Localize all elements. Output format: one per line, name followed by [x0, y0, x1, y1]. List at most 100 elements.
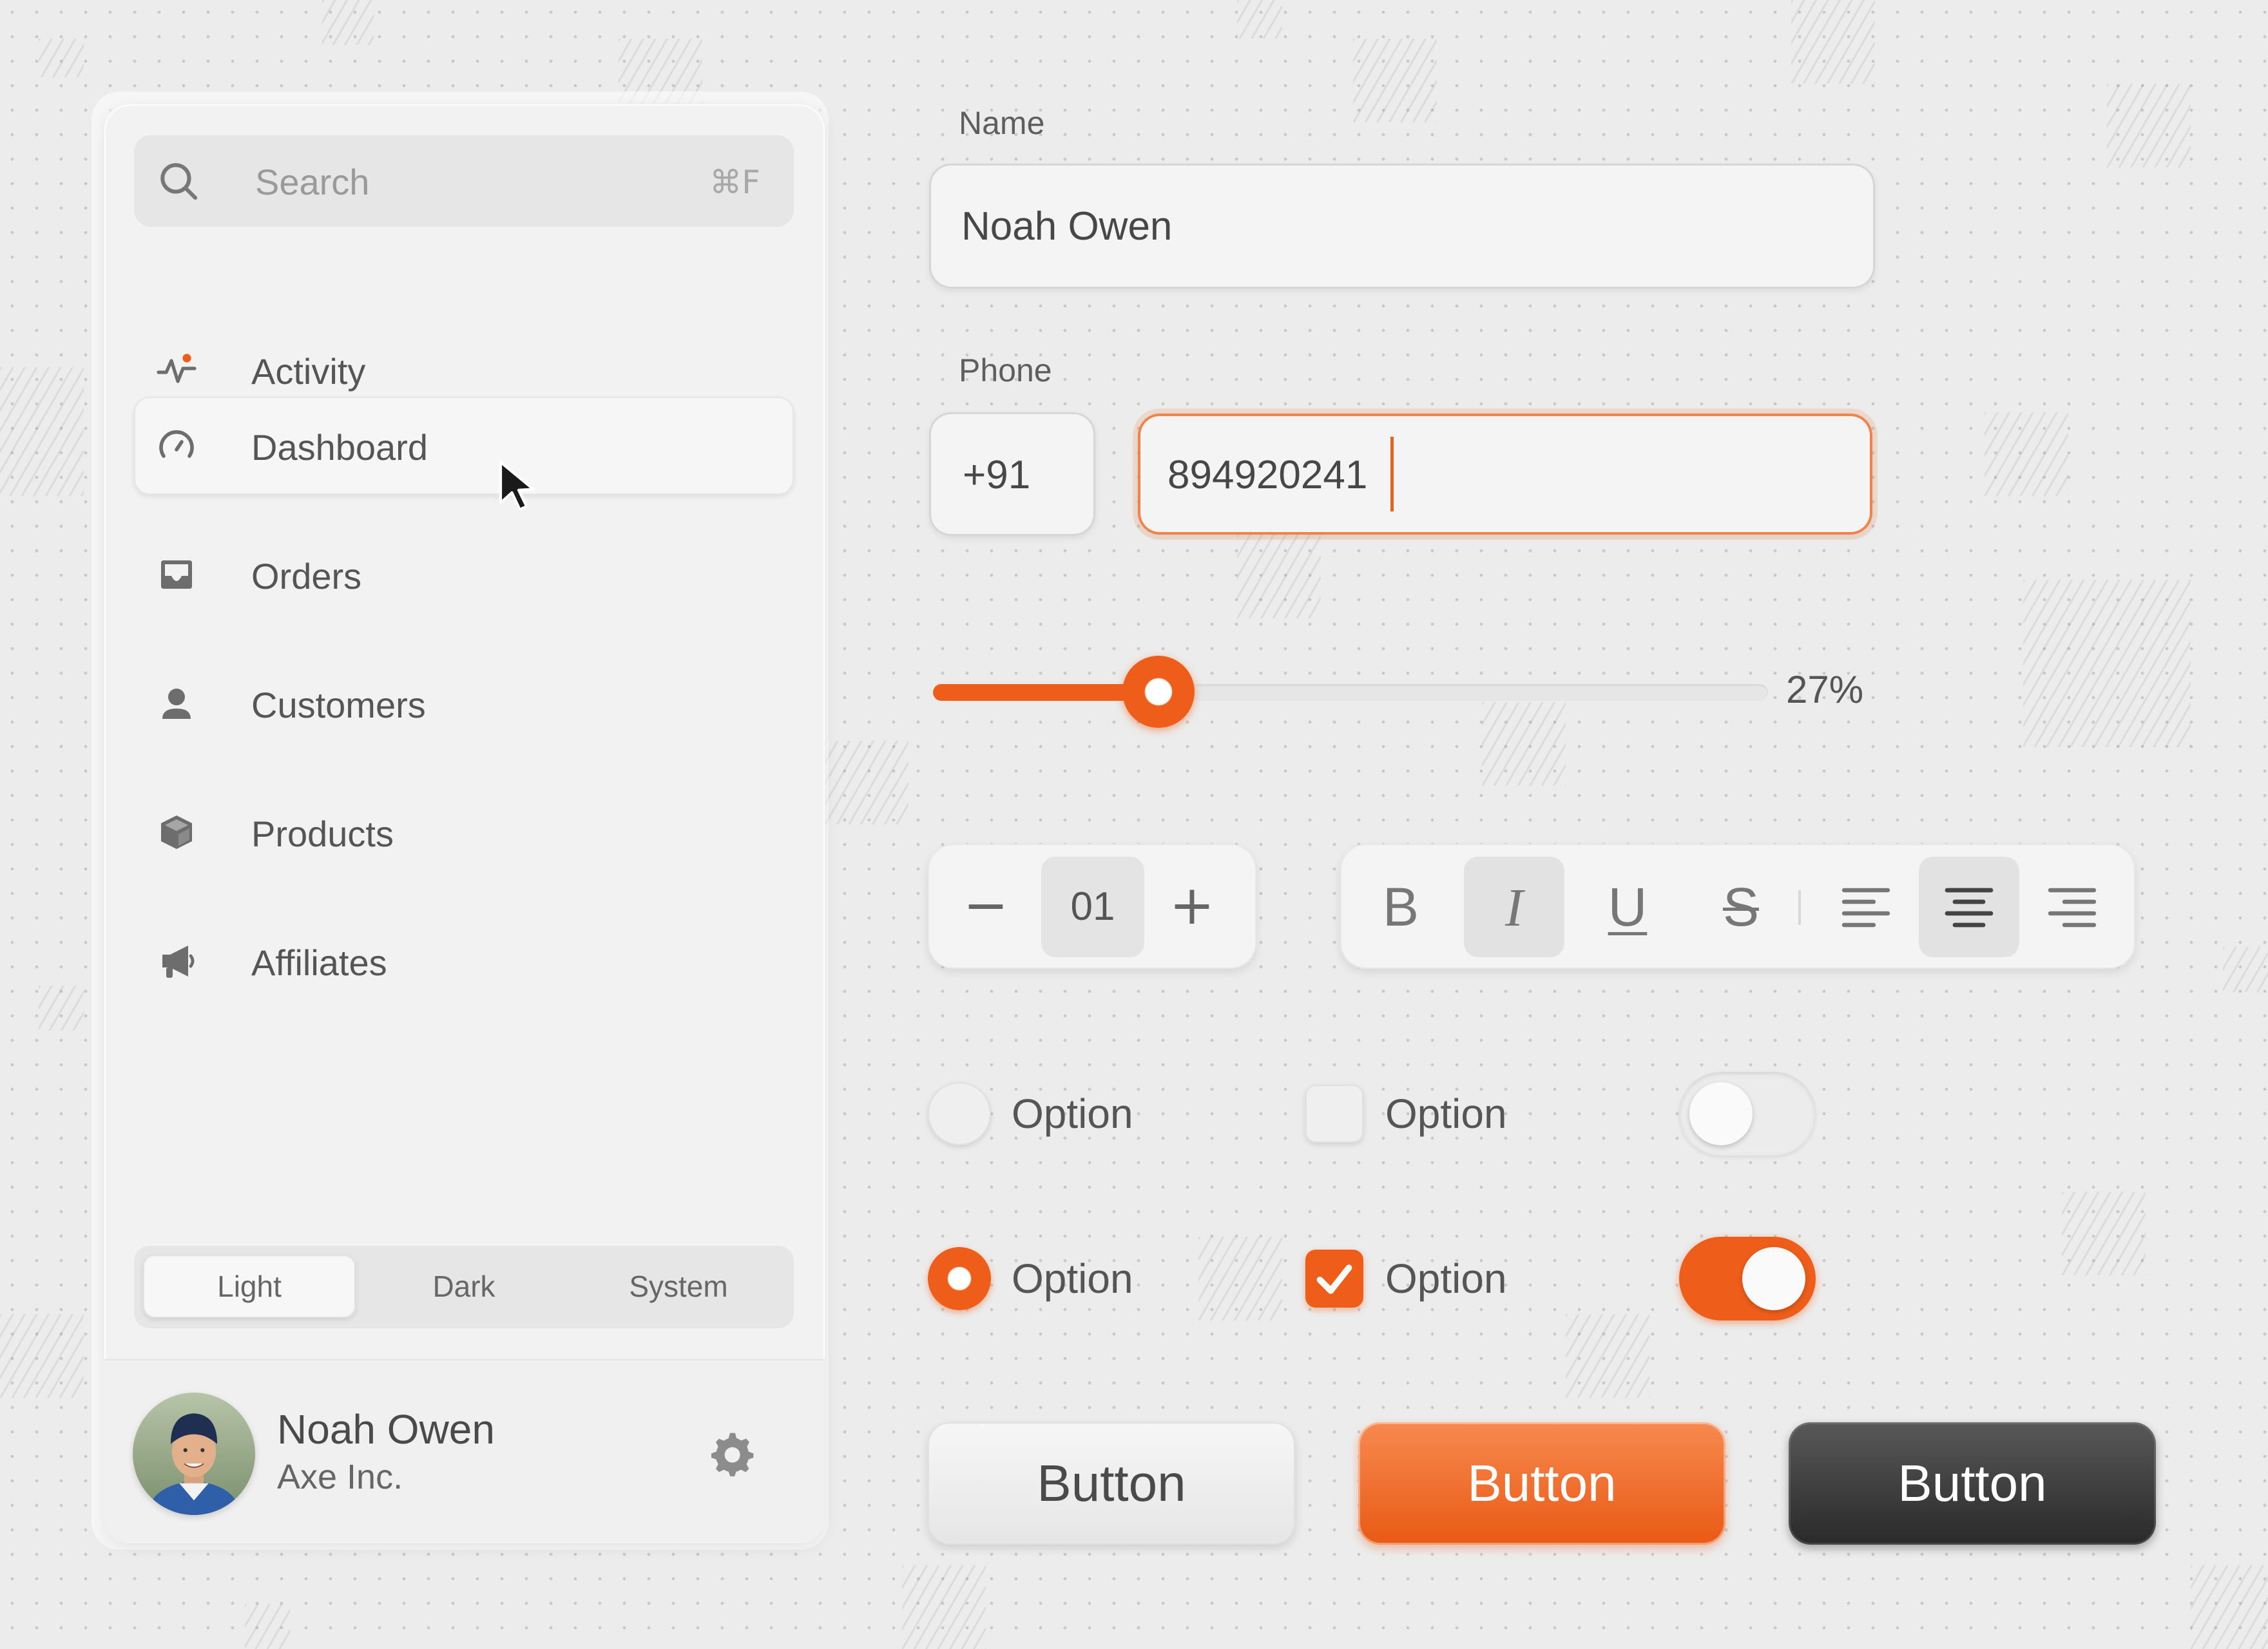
radio-checked-label: Option — [1012, 1255, 1133, 1302]
strikethrough-label: S — [1722, 877, 1760, 937]
background-hatch — [1353, 39, 1437, 122]
align-right-icon — [2046, 881, 2098, 942]
user-profile: Noah Owen Axe Inc. — [104, 1359, 825, 1543]
background-hatch — [245, 1604, 290, 1649]
background-hatch — [1198, 1237, 1282, 1320]
strikethrough-button[interactable]: S — [1691, 857, 1791, 957]
background-hatch — [2062, 1192, 2146, 1275]
sidebar-item-label: Customers — [251, 685, 426, 725]
sidebar-item-customers[interactable]: Customers — [134, 654, 794, 752]
mouse-cursor-icon — [496, 460, 541, 517]
align-right-button[interactable] — [2022, 857, 2122, 957]
background-hatch — [902, 1565, 986, 1649]
sidebar-item-products[interactable]: Products — [134, 783, 794, 881]
decrement-button[interactable]: − — [947, 867, 1024, 944]
name-value: Noah Owen — [961, 204, 1173, 249]
background-hatch — [825, 741, 908, 824]
text-caret — [1390, 437, 1394, 511]
checkbox-unchecked-label: Option — [1385, 1091, 1507, 1137]
gauge-icon — [156, 425, 197, 466]
name-field[interactable]: Noah Owen — [929, 164, 1875, 289]
sidebar-item-label: Activity — [251, 351, 366, 392]
format-toolbar: B I U S — [1340, 844, 2135, 969]
secondary-button[interactable]: Button — [928, 1422, 1295, 1545]
search-shortcut: ⌘F — [709, 164, 760, 201]
activity-icon — [156, 349, 197, 390]
search-placeholder: Search — [255, 162, 370, 202]
user-company: Axe Inc. — [277, 1458, 403, 1496]
background-hatch — [2191, 1565, 2268, 1649]
background-hatch — [39, 39, 84, 77]
user-name: Noah Owen — [277, 1406, 495, 1453]
background-hatch — [0, 1314, 84, 1398]
dark-button[interactable]: Button — [1789, 1422, 2156, 1545]
toggle-knob — [1742, 1247, 1805, 1310]
sidebar-item-dashboard[interactable]: Dashboard — [134, 397, 794, 495]
background-hatch — [1984, 412, 2068, 496]
checkbox-unchecked[interactable] — [1305, 1085, 1363, 1143]
sidebar-item-affiliates[interactable]: Affiliates — [134, 912, 794, 1010]
theme-option-dark[interactable]: Dark — [358, 1255, 570, 1318]
background-hatch — [322, 0, 374, 45]
bold-button[interactable]: B — [1350, 857, 1451, 957]
slider-value: 27% — [1786, 668, 1864, 711]
primary-button[interactable]: Button — [1358, 1422, 1725, 1545]
align-left-button[interactable] — [1816, 857, 1916, 957]
name-label: Name — [959, 105, 1045, 141]
background-hatch — [39, 986, 84, 1031]
background-hatch — [1237, 535, 1321, 618]
check-icon — [1305, 1264, 1363, 1310]
slider-thumb[interactable] — [1122, 656, 1195, 728]
sidebar-item-label: Products — [251, 814, 394, 854]
user-icon — [156, 683, 197, 724]
bold-label: B — [1382, 877, 1419, 937]
sidebar-item-label: Dashboard — [251, 427, 428, 468]
background-hatch — [1482, 702, 1566, 786]
inbox-icon — [156, 554, 197, 595]
radio-unchecked-label: Option — [1012, 1091, 1133, 1137]
gear-icon[interactable] — [706, 1429, 758, 1483]
search-field[interactable]: Search ⌘F — [134, 135, 794, 227]
box-icon — [156, 812, 197, 853]
background-hatch — [0, 367, 84, 496]
toggle-knob — [1689, 1082, 1753, 1145]
sidebar: Search ⌘F Activity Dashboard Orders Cust… — [104, 104, 825, 1543]
underline-label: U — [1608, 877, 1648, 937]
country-code-field[interactable]: +91 — [929, 412, 1095, 536]
background-hatch — [1566, 1314, 1649, 1398]
increment-button[interactable]: + — [1153, 867, 1231, 944]
background-hatch — [1791, 0, 1875, 84]
sidebar-item-orders[interactable]: Orders — [134, 526, 794, 624]
radio-unchecked[interactable] — [928, 1082, 991, 1145]
theme-option-system[interactable]: System — [572, 1255, 785, 1318]
phone-input[interactable]: 894920241 — [1138, 414, 1872, 535]
checkbox-checked-label: Option — [1385, 1255, 1507, 1302]
align-center-button[interactable] — [1919, 857, 2019, 957]
background-hatch — [1237, 0, 1282, 39]
phone-value: 894920241 — [1168, 453, 1368, 497]
align-left-icon — [1840, 881, 1892, 942]
checkbox-checked[interactable] — [1305, 1250, 1363, 1308]
toggle-off[interactable] — [1679, 1072, 1816, 1156]
background-hatch — [2107, 84, 2191, 167]
avatar[interactable] — [133, 1393, 255, 1515]
underline-button[interactable]: U — [1577, 857, 1678, 957]
quantity-stepper: − 01 + — [928, 844, 1256, 969]
slider-track[interactable] — [933, 656, 1768, 728]
search-icon — [157, 160, 200, 205]
background-hatch — [2023, 580, 2191, 747]
phone-label: Phone — [959, 352, 1052, 388]
toggle-on[interactable] — [1679, 1237, 1816, 1320]
megaphone-icon — [156, 940, 197, 982]
theme-switcher: Light Dark System — [134, 1246, 794, 1328]
align-center-icon — [1943, 881, 1995, 942]
sidebar-item-label: Affiliates — [251, 942, 387, 983]
italic-label: I — [1505, 878, 1523, 938]
italic-button[interactable]: I — [1464, 857, 1564, 957]
stepper-value[interactable]: 01 — [1041, 857, 1144, 957]
country-code-value: +91 — [963, 453, 1031, 497]
radio-checked[interactable] — [928, 1247, 991, 1310]
theme-option-light[interactable]: Light — [143, 1255, 356, 1318]
toolbar-divider — [1798, 890, 1801, 925]
background-hatch — [2223, 947, 2268, 992]
